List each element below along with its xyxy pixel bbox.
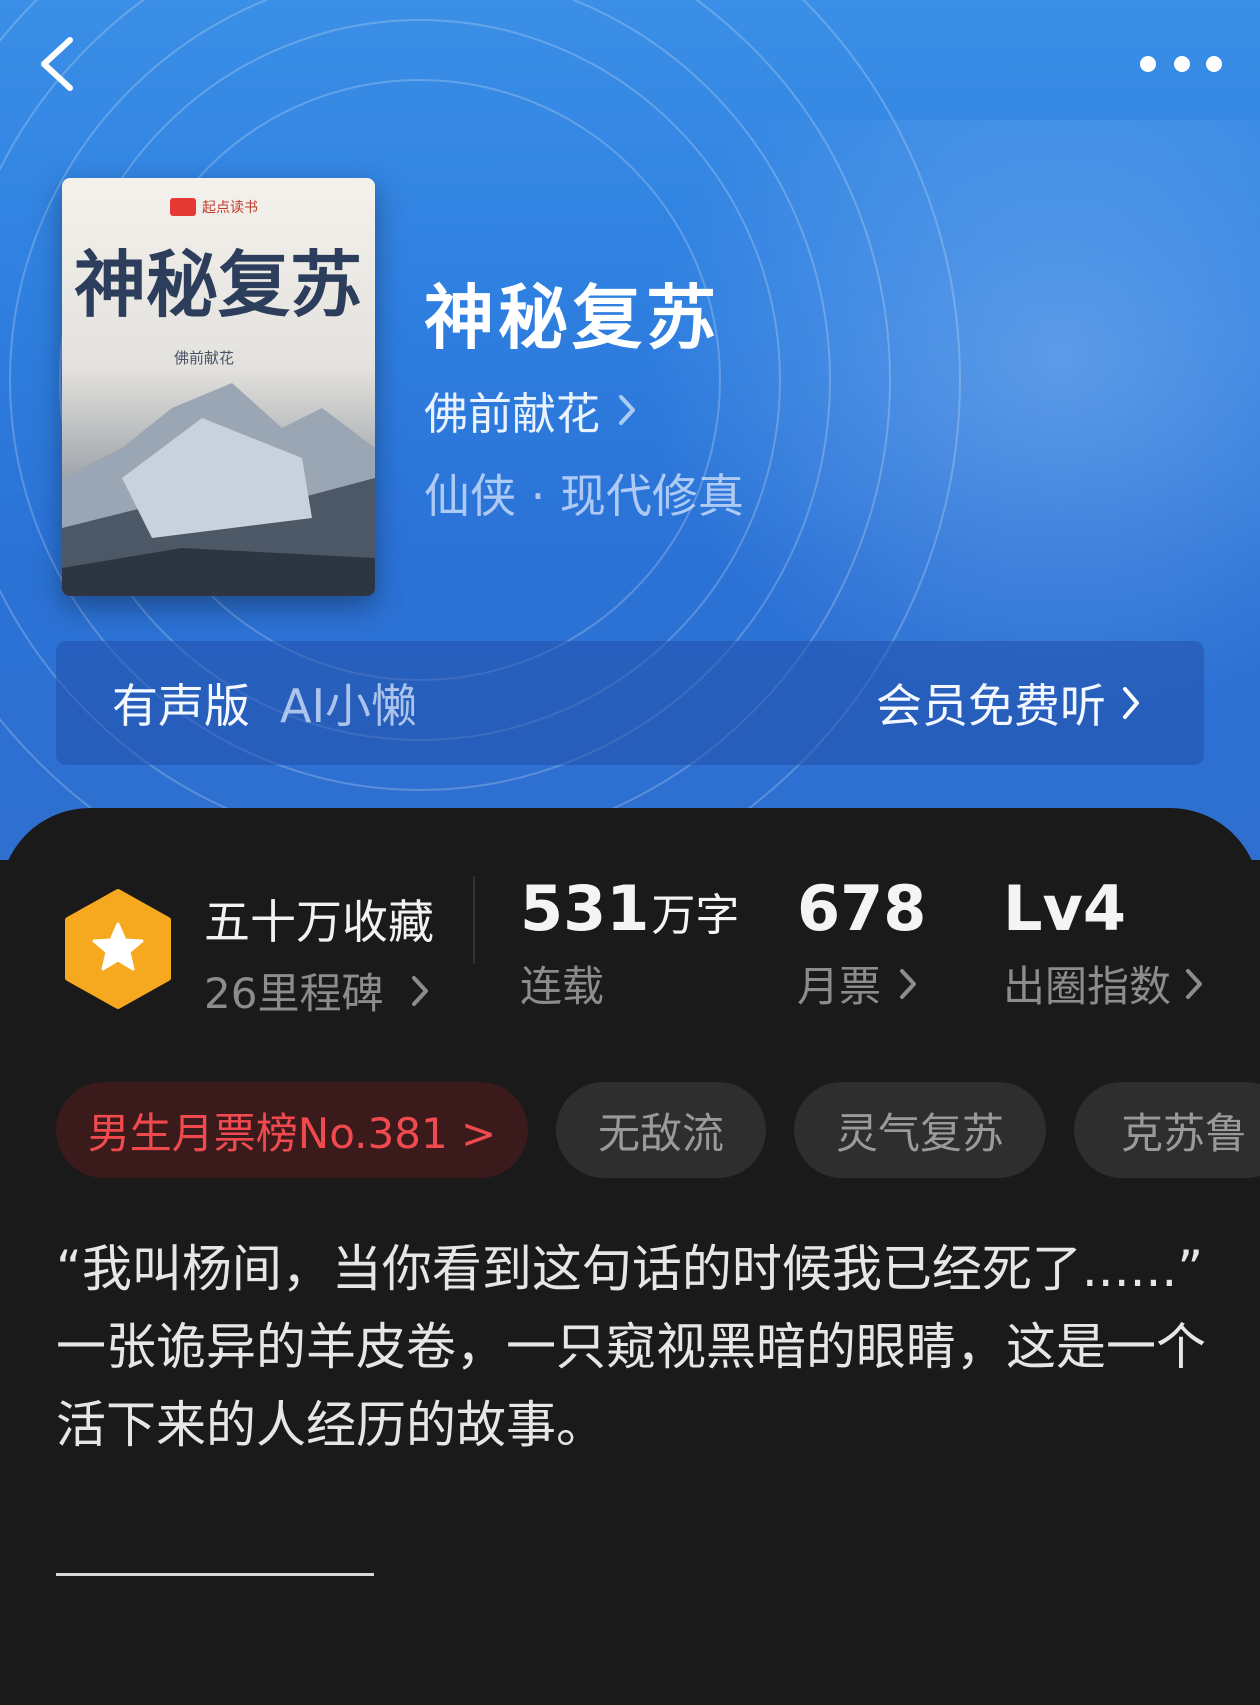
chevron-right-icon <box>1186 968 1203 999</box>
milestones-label[interactable]: 26里程碑 <box>204 960 383 1021</box>
chevron-right-icon <box>1123 687 1139 719</box>
audio-action-label[interactable]: 会员免费听 <box>876 670 1106 736</box>
synopsis-line: “我叫杨间，当你看到这句话的时候我已经死了......” <box>56 1240 1204 1298</box>
author-link[interactable]: 佛前献花 <box>424 378 636 442</box>
audio-voice: AI小懒 <box>280 679 418 733</box>
tag-chip[interactable]: 克苏鲁 <box>1074 1082 1260 1178</box>
monthly-ticket-stat[interactable]: 678 月票 <box>797 872 926 1014</box>
audio-version-bar[interactable]: 有声版 AI小懒 会员免费听 <box>56 641 1204 765</box>
member-free-listen-button[interactable]: 会员免费听 <box>876 670 1140 736</box>
cover-author: 佛前献花 <box>174 349 234 367</box>
chevron-right-icon <box>412 975 429 1006</box>
serial-status: 连载 <box>520 962 605 1011</box>
audio-label: 有声版 <box>112 679 250 733</box>
chevron-right-icon <box>619 395 635 425</box>
synopsis-line: 一张诡异的羊皮卷，一只窥视黑暗的眼睛，这是一个活下来的人经历的故事。 <box>56 1318 1206 1454</box>
tag-list: 男生月票榜No.381 > 无敌流 灵气复苏 克苏鲁 <box>56 1082 1260 1178</box>
popularity-label[interactable]: 出圈指数 <box>1003 953 1171 1014</box>
tag-chip[interactable]: 无敌流 <box>556 1082 766 1178</box>
more-dots-icon[interactable] <box>1140 56 1222 76</box>
word-count-number: 531 <box>520 872 650 945</box>
book-title: 神秘复苏 <box>424 276 720 359</box>
cover-publisher: 起点读书 <box>202 199 258 216</box>
popularity-level: Lv4 <box>1003 872 1127 945</box>
book-synopsis[interactable]: “我叫杨间，当你看到这句话的时候我已经死了......” 一张诡异的羊皮卷，一只… <box>56 1230 1206 1464</box>
chevron-right-icon <box>900 968 917 999</box>
collection-stat[interactable]: 五十万收藏 26里程碑 <box>204 886 434 1021</box>
stats-divider <box>473 876 475 964</box>
synopsis-rule <box>56 1573 374 1576</box>
back-arrow-icon[interactable] <box>36 34 80 94</box>
word-count-unit: 万字 <box>651 890 740 941</box>
star-badge-icon[interactable] <box>62 888 174 1010</box>
word-count-stat: 531 万字 连载 <box>520 872 739 1014</box>
book-header: 起点读书 神秘复苏 佛前献花 神秘复苏 佛前献花 仙侠 · 现代修真 有声版 A… <box>0 0 1260 860</box>
tag-chip[interactable]: 灵气复苏 <box>794 1082 1046 1178</box>
book-cover[interactable]: 起点读书 神秘复苏 佛前献花 <box>62 178 375 596</box>
rank-tag[interactable]: 男生月票榜No.381 > <box>56 1082 528 1178</box>
collection-title: 五十万收藏 <box>204 895 434 949</box>
author-name[interactable]: 佛前献花 <box>424 378 600 442</box>
monthly-ticket-number: 678 <box>797 872 927 945</box>
monthly-ticket-label[interactable]: 月票 <box>797 953 881 1014</box>
cover-title: 神秘复苏 <box>74 242 362 327</box>
book-genre[interactable]: 仙侠 · 现代修真 <box>424 460 744 526</box>
popularity-stat[interactable]: Lv4 出圈指数 <box>1003 872 1203 1014</box>
